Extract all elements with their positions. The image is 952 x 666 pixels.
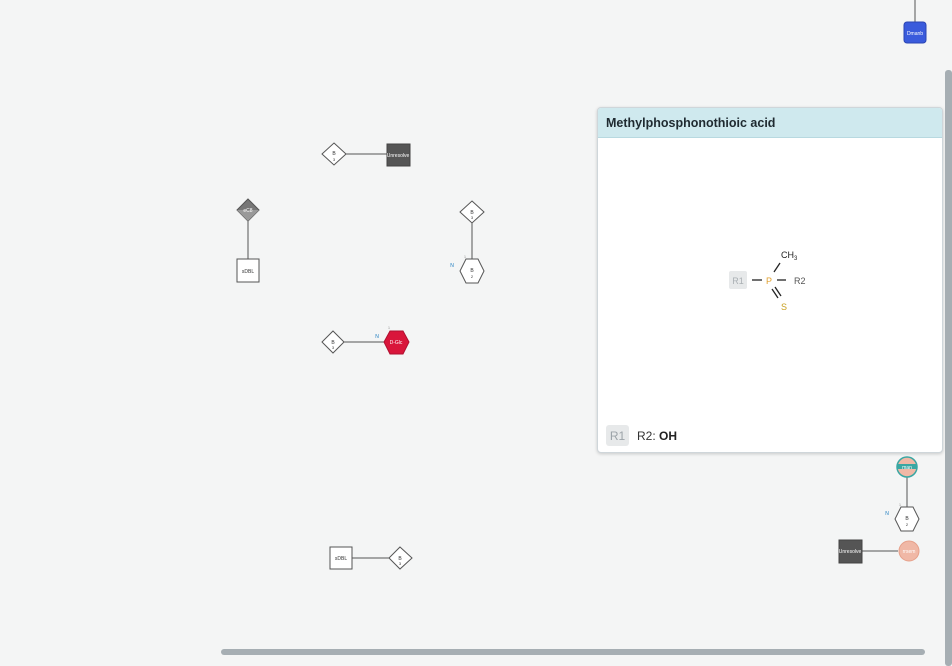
residue-blue-label: Dmanb <box>907 31 923 37</box>
r2-substituent: R2: OH <box>637 429 677 443</box>
link-n-label-b: N <box>885 511 889 517</box>
sulfur-atom: S <box>781 302 787 312</box>
dark-square-top-label: Unresolve <box>387 153 410 159</box>
substituent-info-popup: Methylphosphonothioic acid R1 P R2 CH3 S… <box>597 107 943 453</box>
hexagon-node-b2-b[interactable]: B 2 <box>894 506 920 532</box>
r1-chip: R1 <box>606 425 629 446</box>
popup-title: Methylphosphonothioic acid <box>606 115 776 130</box>
grey-diamond-label: eC8 <box>243 208 252 214</box>
residue-peach-circle[interactable]: rrsem <box>898 540 920 562</box>
hexagon-node-b2-a[interactable]: B 2 <box>459 258 485 284</box>
link-n-label-a: N <box>450 263 454 269</box>
diamond-node-b3-c[interactable]: B 3 <box>321 330 345 354</box>
popup-footer: R1 R2: OH <box>606 425 677 446</box>
diamond-node-b3-a[interactable]: B 3 <box>321 142 347 166</box>
square-bottom-label: sDBL <box>335 556 347 562</box>
residue-dark-square-bottom[interactable]: Unresolve <box>838 539 863 564</box>
residue-square-left[interactable]: sDBL <box>236 258 260 283</box>
r2-value: OH <box>659 428 678 443</box>
link-n-label-dglc: N <box>375 334 379 340</box>
link-one-label-dglc: 1 <box>388 325 391 330</box>
diamond-node-b3-b[interactable]: B 3 <box>459 200 485 224</box>
residue-grey-diamond[interactable]: eC8 <box>236 198 260 222</box>
diamond-node-b3-d[interactable]: B 3 <box>388 546 413 570</box>
residue-dglc-red[interactable]: D-Glc <box>383 330 410 355</box>
dglc-label: D-Glc <box>390 340 403 346</box>
residue-blue-square[interactable]: Dmanb <box>903 21 927 44</box>
popup-header: Methylphosphonothioic acid <box>598 108 942 138</box>
square-left-label: sDBL <box>242 269 254 275</box>
phosphorus-atom: P <box>766 276 772 286</box>
residue-square-bottom[interactable]: sDBL <box>329 546 353 570</box>
structure-diagram: R1 P R2 CH3 S <box>729 250 806 312</box>
teal-circle-label: man <box>902 465 912 471</box>
horizontal-scrollbar[interactable] <box>221 649 925 655</box>
dark-square-bottom-label: Unresolve <box>839 549 862 555</box>
r2-label: R2: <box>637 428 656 443</box>
link-one-label-b: 1 <box>899 502 902 507</box>
methyl-subscript: 3 <box>794 256 798 262</box>
structure-r2-label: R2 <box>794 276 806 286</box>
vertical-scrollbar[interactable] <box>945 70 952 666</box>
residue-teal-circle[interactable]: man <box>896 456 918 478</box>
peach-circle-label: rrsem <box>903 549 916 555</box>
methyl-ch: CH <box>781 250 794 260</box>
residue-dark-square-top[interactable]: Unresolve <box>386 143 411 167</box>
link-one-label-a: 1 <box>464 254 467 259</box>
methyl-group: CH3 <box>781 250 798 262</box>
structure-r1-label: R1 <box>732 276 744 286</box>
